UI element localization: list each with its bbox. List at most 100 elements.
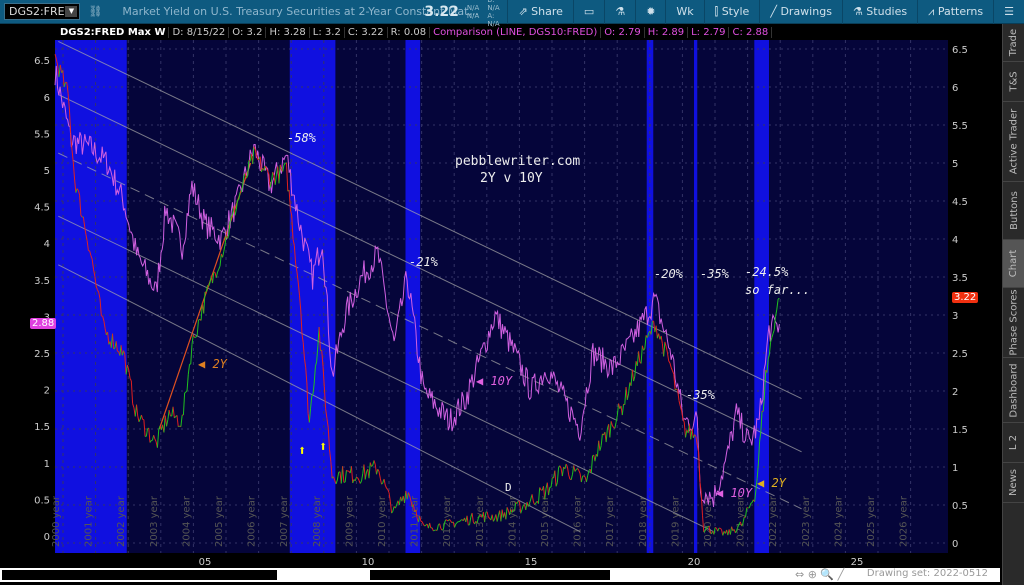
sidebar-tab-trade[interactable]: Trade <box>1003 24 1024 62</box>
sidebar-tab-active-trader[interactable]: Active Trader <box>1003 102 1024 182</box>
series-2y-segment <box>777 297 780 300</box>
series-2y-segment <box>670 367 673 371</box>
series-2y-segment <box>614 422 617 429</box>
series-2y-segment <box>164 415 168 427</box>
recession-band <box>694 40 698 553</box>
annotation-245: -24.5% <box>745 265 789 279</box>
series-2y-segment <box>594 454 597 462</box>
series-2y-segment <box>455 522 458 525</box>
year-label: 2006 year <box>247 495 258 547</box>
series-2y-segment <box>335 479 338 485</box>
year-label: 2025 year <box>866 495 877 547</box>
series-2y-segment <box>363 464 366 480</box>
series-2y-segment <box>431 527 434 532</box>
annotation-so-far: so far... <box>745 283 811 297</box>
series-2y-segment <box>531 494 534 502</box>
annotation-35b: -35% <box>686 388 715 402</box>
series-2y-segment <box>731 526 734 532</box>
series-2y-segment <box>423 524 426 527</box>
series-2y-segment <box>377 468 380 472</box>
series-2y-segment <box>666 352 670 362</box>
series-2y-segment <box>270 172 274 182</box>
series-2y-segment <box>750 502 753 504</box>
scrollbar-left[interactable] <box>2 570 277 580</box>
series-2y-segment <box>172 406 175 418</box>
series-2y-segment <box>469 516 472 525</box>
series-2y-segment <box>286 162 289 192</box>
series-2y-segment <box>378 471 381 479</box>
series-2y-segment <box>148 428 151 443</box>
bottom-bar: ⇔ ⊕ 🔍 ╱ Drawing set: 2022-0512 <box>0 568 1000 582</box>
series-2y-segment <box>182 392 186 416</box>
series-2y-segment <box>154 438 157 442</box>
series-2y-segment <box>222 251 225 258</box>
sidebar-tab-label: Trade <box>1008 28 1020 57</box>
series-2y-segment <box>368 462 371 479</box>
series-2y-segment <box>359 480 362 484</box>
series-2y-segment <box>130 380 134 404</box>
series-2y-segment <box>137 416 140 422</box>
series-2y-segment <box>383 478 386 486</box>
series-2y-segment <box>633 376 636 382</box>
series-2y-segment <box>568 474 571 480</box>
y-tick-left: 4 <box>44 239 50 250</box>
series-2y-segment <box>272 171 275 176</box>
series-2y-segment <box>713 527 716 535</box>
series-2y-segment <box>228 221 231 235</box>
series-2y-segment <box>496 515 499 522</box>
year-label: 2004 year <box>181 495 192 547</box>
y-tick-left: 3.5 <box>34 276 50 287</box>
year-label: 2002 year <box>116 495 127 547</box>
series-2y-segment <box>771 333 774 338</box>
sidebar-tab-buttons[interactable]: Buttons <box>1003 182 1024 240</box>
y-tick-right: 1.5 <box>952 425 968 436</box>
series-2y-segment <box>621 404 625 416</box>
series-2y-segment <box>360 473 364 482</box>
year-label: 2024 year <box>833 495 844 547</box>
sidebar-tab-l-2[interactable]: L 2 <box>1003 423 1024 463</box>
scrollbar-thumb[interactable] <box>370 570 610 580</box>
sidebar-tab-news[interactable]: News <box>1003 463 1024 503</box>
series-2y-segment <box>167 409 170 420</box>
y-tick-left: 5 <box>44 166 50 177</box>
series-2y-segment <box>346 469 348 472</box>
series-2y-segment <box>691 428 694 438</box>
chart-svg: 000.50.5111.51.5222.52.5333.53.5444.54.5… <box>34 40 968 568</box>
series-2y-segment <box>203 291 206 314</box>
series-2y-segment <box>520 509 523 514</box>
sidebar-tab-dashboard[interactable]: Dashboard <box>1003 358 1024 423</box>
series-2y-segment <box>634 361 637 377</box>
series-2y-segment <box>486 511 489 518</box>
y-tick-right: 2 <box>952 387 958 398</box>
sidebar-tab-chart[interactable]: Chart <box>1003 240 1024 288</box>
x-tick: 10 <box>362 557 375 568</box>
y-tick-left: 2.5 <box>34 349 50 360</box>
series-2y-segment <box>605 428 608 443</box>
series-2y-segment <box>185 390 188 393</box>
series-2y-segment <box>625 386 628 400</box>
series-2y-segment <box>556 467 560 483</box>
series-2y-segment <box>525 501 528 510</box>
year-label: 2022 year <box>768 495 779 547</box>
series-2y-segment <box>344 470 347 483</box>
y-tick-right: 3.5 <box>952 273 968 284</box>
series-2y-segment <box>640 345 643 364</box>
drawing-set[interactable]: Drawing set: 2022-0512 <box>867 568 988 579</box>
series-2y-segment <box>156 429 160 448</box>
series-2y-segment <box>665 346 668 353</box>
series-2y-segment <box>600 433 603 446</box>
sidebar-tab-phase-scores[interactable]: Phase Scores <box>1003 288 1024 358</box>
series-2y-segment <box>136 404 139 417</box>
zoom-icon[interactable]: ⇔ ⊕ 🔍 ╱ <box>795 568 844 581</box>
year-label: 2009 year <box>344 495 355 547</box>
series-2y-segment <box>599 445 602 451</box>
x-tick: 25 <box>851 557 864 568</box>
sidebar-tab-t-s[interactable]: T&S <box>1003 62 1024 102</box>
label-d: D <box>505 481 512 494</box>
series-2y-segment <box>729 526 733 535</box>
series-2y-segment <box>274 174 277 185</box>
y-tick-right: 1 <box>952 463 958 474</box>
series-2y-segment <box>196 319 199 336</box>
series-2y-segment <box>218 265 221 270</box>
x-tick: 20 <box>688 557 701 568</box>
